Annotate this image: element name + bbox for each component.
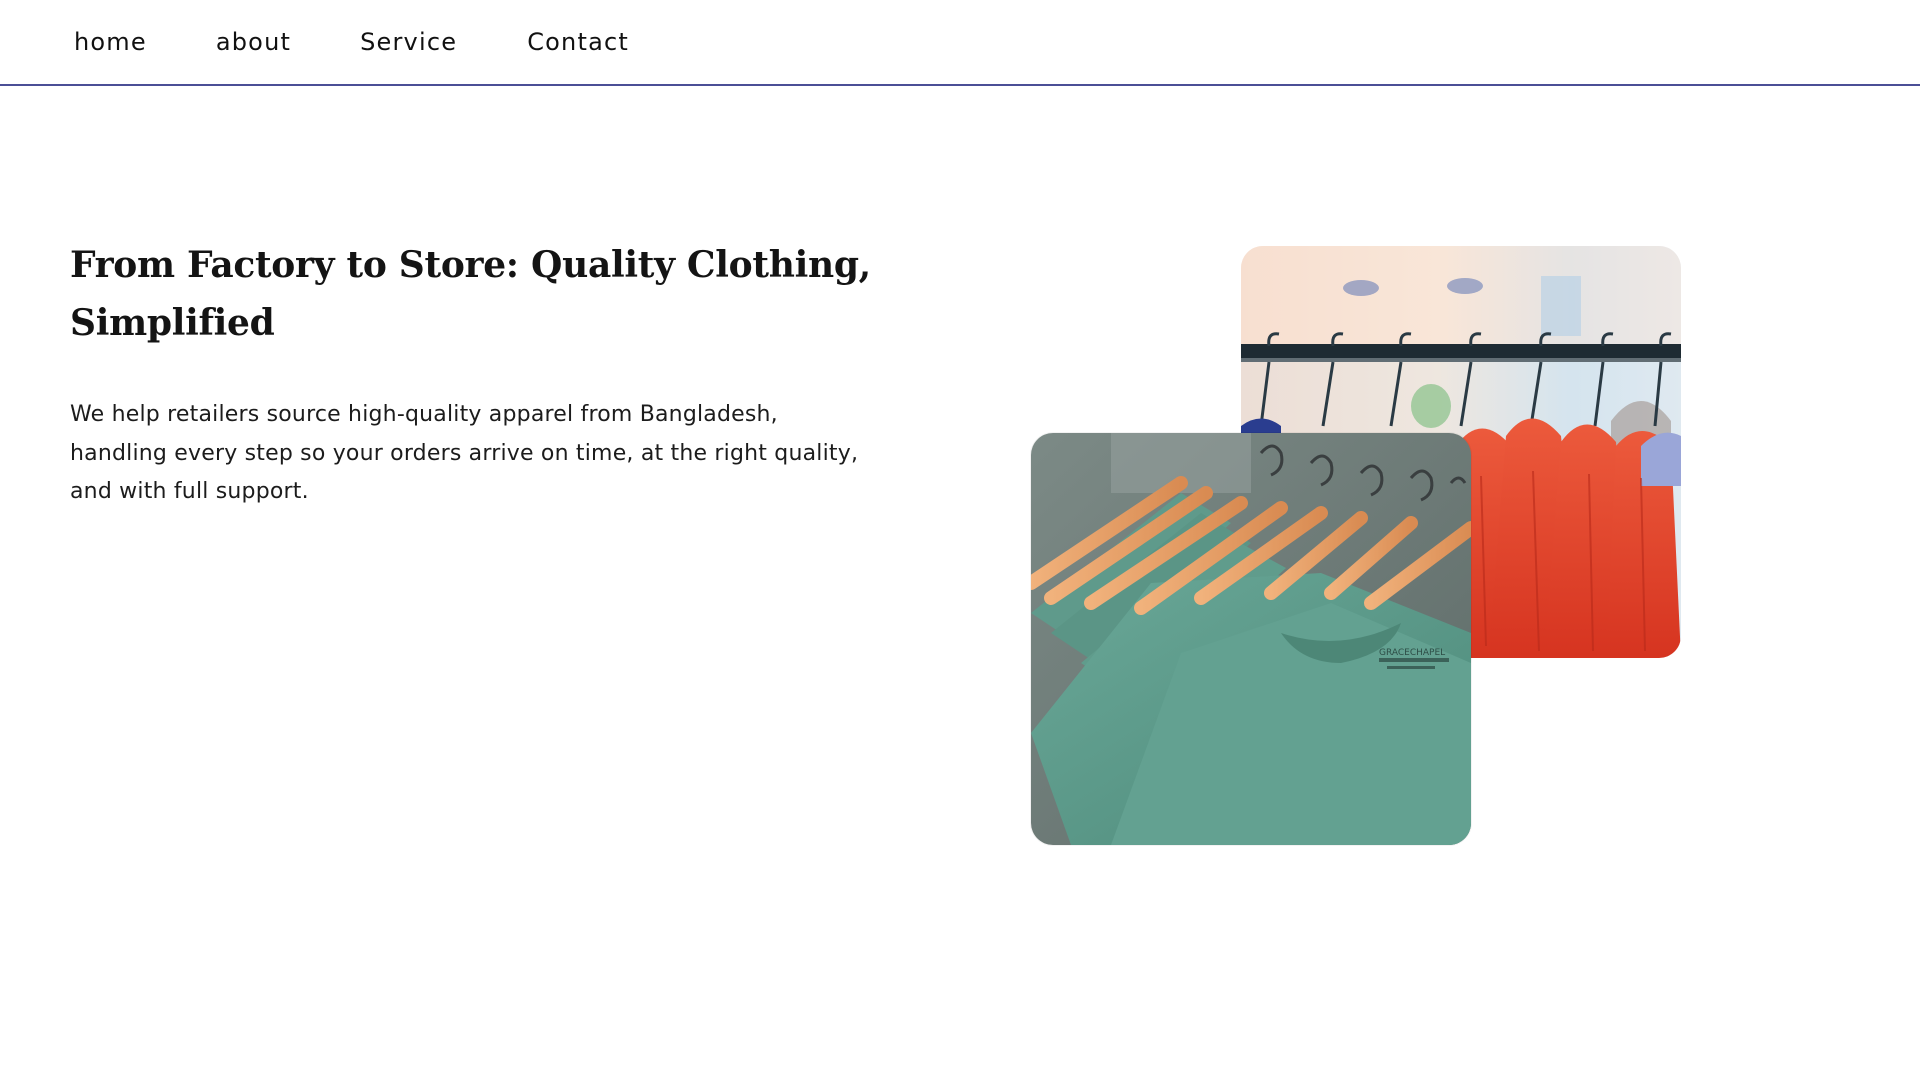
nav-contact-link[interactable]: Contact xyxy=(527,24,629,60)
hero-title: From Factory to Store: Quality Clothing,… xyxy=(70,236,900,352)
nav-service-link[interactable]: Service xyxy=(360,24,457,60)
hero-description-line-2: handling every step so your orders arriv… xyxy=(70,440,859,466)
nav-home-link[interactable]: home xyxy=(74,24,147,60)
nav-about-link[interactable]: about xyxy=(216,24,291,60)
shirt-label-text: GRACECHAPEL xyxy=(1379,648,1445,658)
green-tshirts-photo: GRACECHAPEL xyxy=(1031,433,1471,845)
nav-list: home about Service Contact xyxy=(74,24,629,60)
hero-description: We help retailers source high-quality ap… xyxy=(70,396,900,512)
hero-description-line-3: and with full support. xyxy=(70,479,309,504)
hero-text-section: From Factory to Store: Quality Clothing,… xyxy=(70,236,900,512)
top-navbar: home about Service Contact xyxy=(0,0,1920,86)
hero-title-line-2: Simplified xyxy=(70,302,275,344)
hero-title-line-1: From Factory to Store: Quality Clothing, xyxy=(70,244,871,286)
hero-description-line-1: We help retailers source high-quality ap… xyxy=(70,402,778,427)
